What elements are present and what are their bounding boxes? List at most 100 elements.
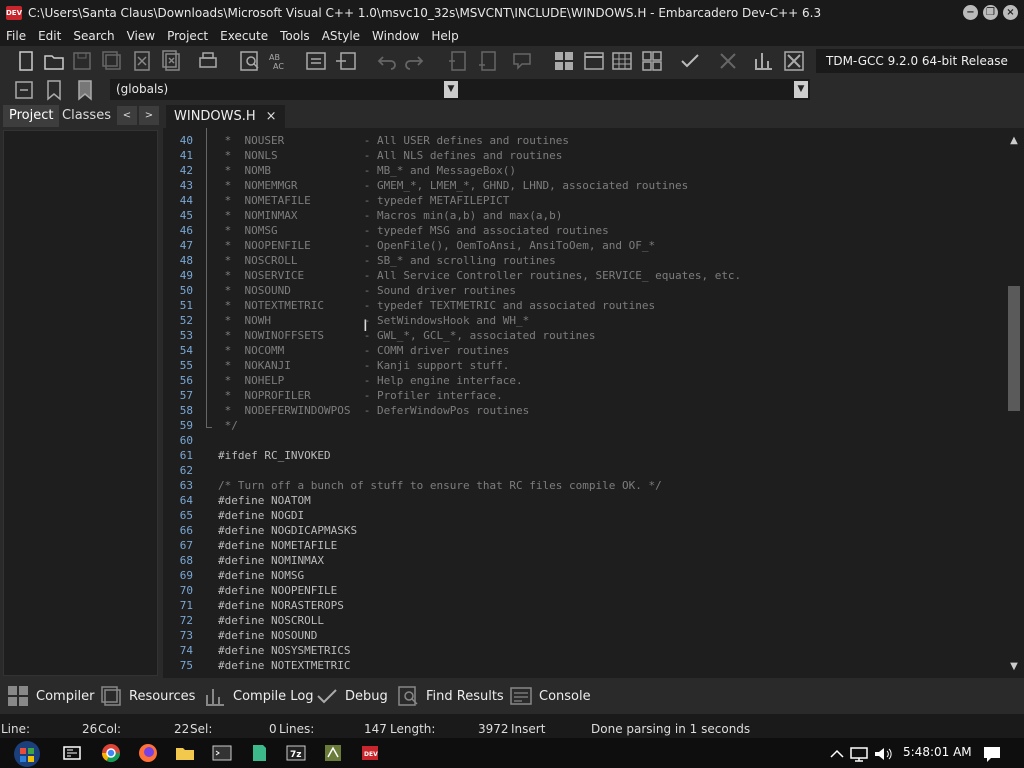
code-line[interactable]: 71 #define NORASTEROPS — [165, 598, 1004, 613]
menu-tools[interactable]: Tools — [274, 29, 316, 43]
comment-icon[interactable] — [510, 49, 534, 73]
code-line[interactable]: 49 * NOSERVICE - All Service Controller … — [165, 268, 1004, 283]
print-icon[interactable] — [196, 49, 220, 73]
bookmark-goto-icon[interactable] — [72, 78, 96, 102]
menu-file[interactable]: File — [0, 29, 32, 43]
chevron-up-icon[interactable] — [826, 743, 848, 765]
menu-edit[interactable]: Edit — [32, 29, 67, 43]
file-explorer-icon[interactable] — [174, 742, 196, 764]
tab-classes[interactable]: Classes — [56, 105, 117, 127]
chrome-icon[interactable] — [100, 742, 122, 764]
tile-icon[interactable] — [552, 49, 576, 73]
start-button[interactable] — [8, 738, 46, 768]
code-line[interactable]: 63 /* Turn off a bunch of stuff to ensure… — [165, 478, 1004, 493]
code-editor[interactable]: I 40 * NOUSER - All USER defines and rou… — [165, 128, 1004, 676]
clock[interactable]: 5:48:01 AM — [903, 745, 972, 759]
code-line[interactable]: 41 * NONLS - All NLS defines and routine… — [165, 148, 1004, 163]
code-line[interactable]: 70 #define NOOPENFILE — [165, 583, 1004, 598]
devcpp-icon[interactable]: DEV — [359, 742, 381, 764]
code-line[interactable]: 42 * NOMB - MB_* and MessageBox() — [165, 163, 1004, 178]
code-line[interactable]: 43 * NOMEMMGR - GMEM_*, LMEM_*, GHND, LH… — [165, 178, 1004, 193]
indent-icon[interactable] — [304, 49, 328, 73]
class-combo[interactable]: (globals) ▼ — [110, 79, 460, 100]
chevron-down-icon[interactable]: ▼ — [444, 81, 458, 98]
code-line[interactable]: 56 * NOHELP - Help engine interface. — [165, 373, 1004, 388]
code-line[interactable]: 48 * NOSCROLL - SB_* and scrolling routi… — [165, 253, 1004, 268]
tab-resources[interactable]: Resources — [99, 683, 195, 709]
code-line[interactable]: 54 * NOCOMM - COMM driver routines — [165, 343, 1004, 358]
menu-project[interactable]: Project — [161, 29, 214, 43]
notification-icon[interactable] — [981, 743, 1003, 765]
tab-compiler[interactable]: Compiler — [6, 683, 95, 709]
code-line[interactable]: 61 #ifdef RC_INVOKED — [165, 448, 1004, 463]
code-line[interactable]: 68 #define NOMINMAX — [165, 553, 1004, 568]
open-file-icon[interactable] — [42, 49, 66, 73]
code-line[interactable]: 50 * NOSOUND - Sound driver routines — [165, 283, 1004, 298]
code-line[interactable]: 55 * NOKANJI - Kanji support stuff. — [165, 358, 1004, 373]
code-line[interactable]: 65 #define NOGDI — [165, 508, 1004, 523]
code-line[interactable]: 58 * NODEFERWINDOWPOS - DeferWindowPos r… — [165, 403, 1004, 418]
app-icon[interactable] — [322, 742, 344, 764]
task-view-icon[interactable] — [61, 742, 83, 764]
code-line[interactable]: 66 #define NOGDICAPMASKS — [165, 523, 1004, 538]
notepad-icon[interactable] — [248, 742, 270, 764]
remove-project-icon[interactable] — [476, 49, 500, 73]
code-line[interactable]: 51 * NOTEXTMETRIC - typedef TEXTMETRIC a… — [165, 298, 1004, 313]
close-icon[interactable]: × — [266, 105, 277, 128]
code-line[interactable]: 47 * NOOPENFILE - OpenFile(), OemToAnsi,… — [165, 238, 1004, 253]
new-file-icon[interactable] — [14, 49, 38, 73]
close-file-icon[interactable] — [130, 49, 154, 73]
menu-astyle[interactable]: AStyle — [316, 29, 366, 43]
window-icon[interactable] — [582, 49, 606, 73]
code-line[interactable]: 45 * NOMINMAX - Macros min(a,b) and max(… — [165, 208, 1004, 223]
tab-prev-button[interactable]: < — [117, 106, 137, 125]
menu-view[interactable]: View — [121, 29, 161, 43]
member-combo[interactable]: ▼ — [460, 79, 810, 100]
tab-next-button[interactable]: > — [139, 106, 159, 125]
code-line[interactable]: 69 #define NOMSG — [165, 568, 1004, 583]
menu-window[interactable]: Window — [366, 29, 425, 43]
code-line[interactable]: 60 — [165, 433, 1004, 448]
close-all-icon[interactable] — [160, 49, 184, 73]
code-line[interactable]: 75 #define NOTEXTMETRIC — [165, 658, 1004, 673]
compiler-select[interactable]: TDM-GCC 9.2.0 64-bit Release — [816, 49, 1024, 73]
minimize-button[interactable]: − — [963, 5, 978, 20]
undo-icon[interactable] — [374, 49, 398, 73]
code-line[interactable]: 62 — [165, 463, 1004, 478]
code-line[interactable]: 53 * NOWINOFFSETS - GWL_*, GCL_*, associ… — [165, 328, 1004, 343]
menu-search[interactable]: Search — [67, 29, 120, 43]
code-line[interactable]: 67 #define NOMETAFILE — [165, 538, 1004, 553]
scroll-thumb[interactable] — [1008, 286, 1020, 411]
firefox-icon[interactable] — [137, 742, 159, 764]
redo-icon[interactable] — [403, 49, 427, 73]
7zip-icon[interactable]: 7z — [285, 742, 307, 764]
project-tree[interactable] — [3, 130, 158, 676]
tab-console[interactable]: Console — [509, 683, 591, 709]
volume-icon[interactable] — [872, 743, 894, 765]
cmd-icon[interactable] — [211, 742, 233, 764]
stop-icon[interactable] — [716, 49, 740, 73]
code-line[interactable]: 72 #define NOSCROLL — [165, 613, 1004, 628]
restore-button[interactable]: ❐ — [983, 5, 998, 20]
tab-find-results[interactable]: Find Results — [396, 683, 504, 709]
check-icon[interactable] — [678, 49, 702, 73]
chart-icon[interactable] — [752, 49, 776, 73]
network-icon[interactable] — [848, 743, 870, 765]
code-line[interactable]: 59 */ — [165, 418, 1004, 433]
scroll-down-icon[interactable]: ▼ — [1007, 660, 1021, 674]
code-line[interactable]: 57 * NOPROFILER - Profiler interface. — [165, 388, 1004, 403]
vertical-scrollbar[interactable]: ▲ ▼ — [1004, 128, 1024, 676]
find-icon[interactable] — [238, 49, 262, 73]
goto-icon[interactable] — [12, 78, 36, 102]
code-line[interactable]: 52 * NOWH - SetWindowsHook and WH_* — [165, 313, 1004, 328]
grid-icon[interactable] — [610, 49, 634, 73]
code-line[interactable]: 44 * NOMETAFILE - typedef METAFILEPICT — [165, 193, 1004, 208]
code-line[interactable]: 46 * NOMSG - typedef MSG and associated … — [165, 223, 1004, 238]
layout-icon[interactable] — [640, 49, 664, 73]
bookmark-icon[interactable] — [42, 78, 66, 102]
menu-help[interactable]: Help — [425, 29, 464, 43]
replace-icon[interactable]: AB AC — [266, 49, 290, 73]
tab-project[interactable]: Project — [3, 105, 60, 127]
code-line[interactable]: 40 * NOUSER - All USER defines and routi… — [165, 133, 1004, 148]
tab-compile-log[interactable]: Compile Log — [203, 683, 314, 709]
